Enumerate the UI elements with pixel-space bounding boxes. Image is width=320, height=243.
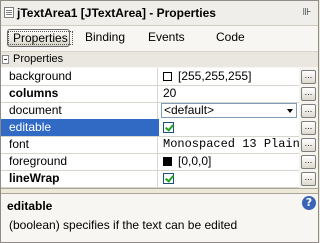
help-description: (boolean) specifies if the text can be e… bbox=[9, 218, 238, 232]
property-name: font bbox=[1, 136, 158, 153]
property-name: background bbox=[1, 68, 158, 85]
linewrap-checkbox[interactable] bbox=[163, 173, 174, 184]
tab-events-label: Events bbox=[148, 30, 185, 44]
foreground-ellipsis-button[interactable]: ... bbox=[301, 155, 316, 169]
color-swatch bbox=[163, 157, 172, 166]
section-label: Properties bbox=[13, 53, 64, 65]
chevron-down-icon[interactable] bbox=[284, 104, 296, 117]
properties-window: jTextArea1 [JTextArea] - Properties ⊪ Pr… bbox=[0, 0, 319, 243]
document-combo[interactable]: <default> bbox=[161, 103, 297, 118]
property-value[interactable] bbox=[159, 170, 299, 187]
property-row-foreground[interactable]: foreground [0,0,0] bbox=[1, 153, 318, 171]
tab-bar: Properties Binding Events Code bbox=[1, 27, 318, 49]
tab-binding-label: Binding bbox=[85, 30, 126, 44]
property-grid: background [255,255,255] columns 20 docu… bbox=[1, 68, 318, 188]
color-swatch bbox=[163, 72, 172, 81]
property-row-editable[interactable]: editable bbox=[1, 119, 318, 137]
tab-events[interactable]: Events bbox=[144, 29, 186, 47]
window-title: jTextArea1 [JTextArea] - Properties bbox=[17, 6, 216, 20]
property-name: lineWrap bbox=[1, 170, 158, 187]
properties-section-header[interactable]: Properties bbox=[1, 51, 318, 67]
property-value[interactable]: [255,255,255] bbox=[159, 68, 299, 85]
tab-binding[interactable]: Binding bbox=[81, 29, 127, 47]
property-name: foreground bbox=[1, 153, 158, 170]
property-grid-scrollbar: ... ... ... ... ... ... ... bbox=[299, 68, 318, 188]
tab-properties-label: Properties bbox=[8, 31, 73, 45]
tab-properties[interactable]: Properties bbox=[7, 29, 73, 47]
collapse-icon[interactable] bbox=[2, 55, 9, 64]
property-value[interactable]: <default> bbox=[159, 102, 299, 119]
tab-code[interactable]: Code bbox=[212, 29, 246, 47]
maximize-icon[interactable]: ⊪ bbox=[300, 6, 314, 20]
property-row-font[interactable]: font Monospaced 13 Plain bbox=[1, 136, 318, 154]
property-name: document bbox=[1, 102, 158, 119]
columns-ellipsis-button[interactable]: ... bbox=[301, 87, 316, 101]
editable-checkbox[interactable] bbox=[163, 122, 174, 133]
help-title: editable bbox=[7, 199, 53, 213]
property-row-columns[interactable]: columns 20 bbox=[1, 85, 318, 103]
property-value[interactable]: [0,0,0] bbox=[159, 153, 299, 170]
help-icon[interactable]: ? bbox=[302, 196, 316, 210]
properties-window-icon bbox=[4, 7, 14, 18]
property-value[interactable] bbox=[159, 119, 299, 136]
property-name: columns bbox=[1, 85, 158, 102]
tab-code-label: Code bbox=[216, 30, 245, 44]
property-row-background[interactable]: background [255,255,255] bbox=[1, 68, 318, 86]
property-value-text: [255,255,255] bbox=[178, 69, 252, 83]
help-panel: editable (boolean) specifies if the text… bbox=[1, 194, 318, 242]
combo-selected-value: <default> bbox=[164, 103, 215, 117]
background-ellipsis-button[interactable]: ... bbox=[301, 70, 316, 84]
document-ellipsis-button[interactable]: ... bbox=[301, 104, 316, 118]
window-titlebar[interactable]: jTextArea1 [JTextArea] - Properties ⊪ bbox=[1, 1, 318, 26]
property-value-text: [0,0,0] bbox=[178, 154, 212, 168]
linewrap-ellipsis-button[interactable]: ... bbox=[301, 172, 316, 186]
property-name: editable bbox=[1, 119, 158, 136]
property-row-linewrap[interactable]: lineWrap bbox=[1, 170, 318, 188]
property-value[interactable]: Monospaced 13 Plain bbox=[159, 136, 299, 153]
property-row-document[interactable]: document <default> bbox=[1, 102, 318, 120]
editable-ellipsis-button[interactable]: ... bbox=[301, 121, 316, 135]
property-value[interactable]: 20 bbox=[159, 85, 299, 102]
font-ellipsis-button[interactable]: ... bbox=[301, 138, 316, 152]
